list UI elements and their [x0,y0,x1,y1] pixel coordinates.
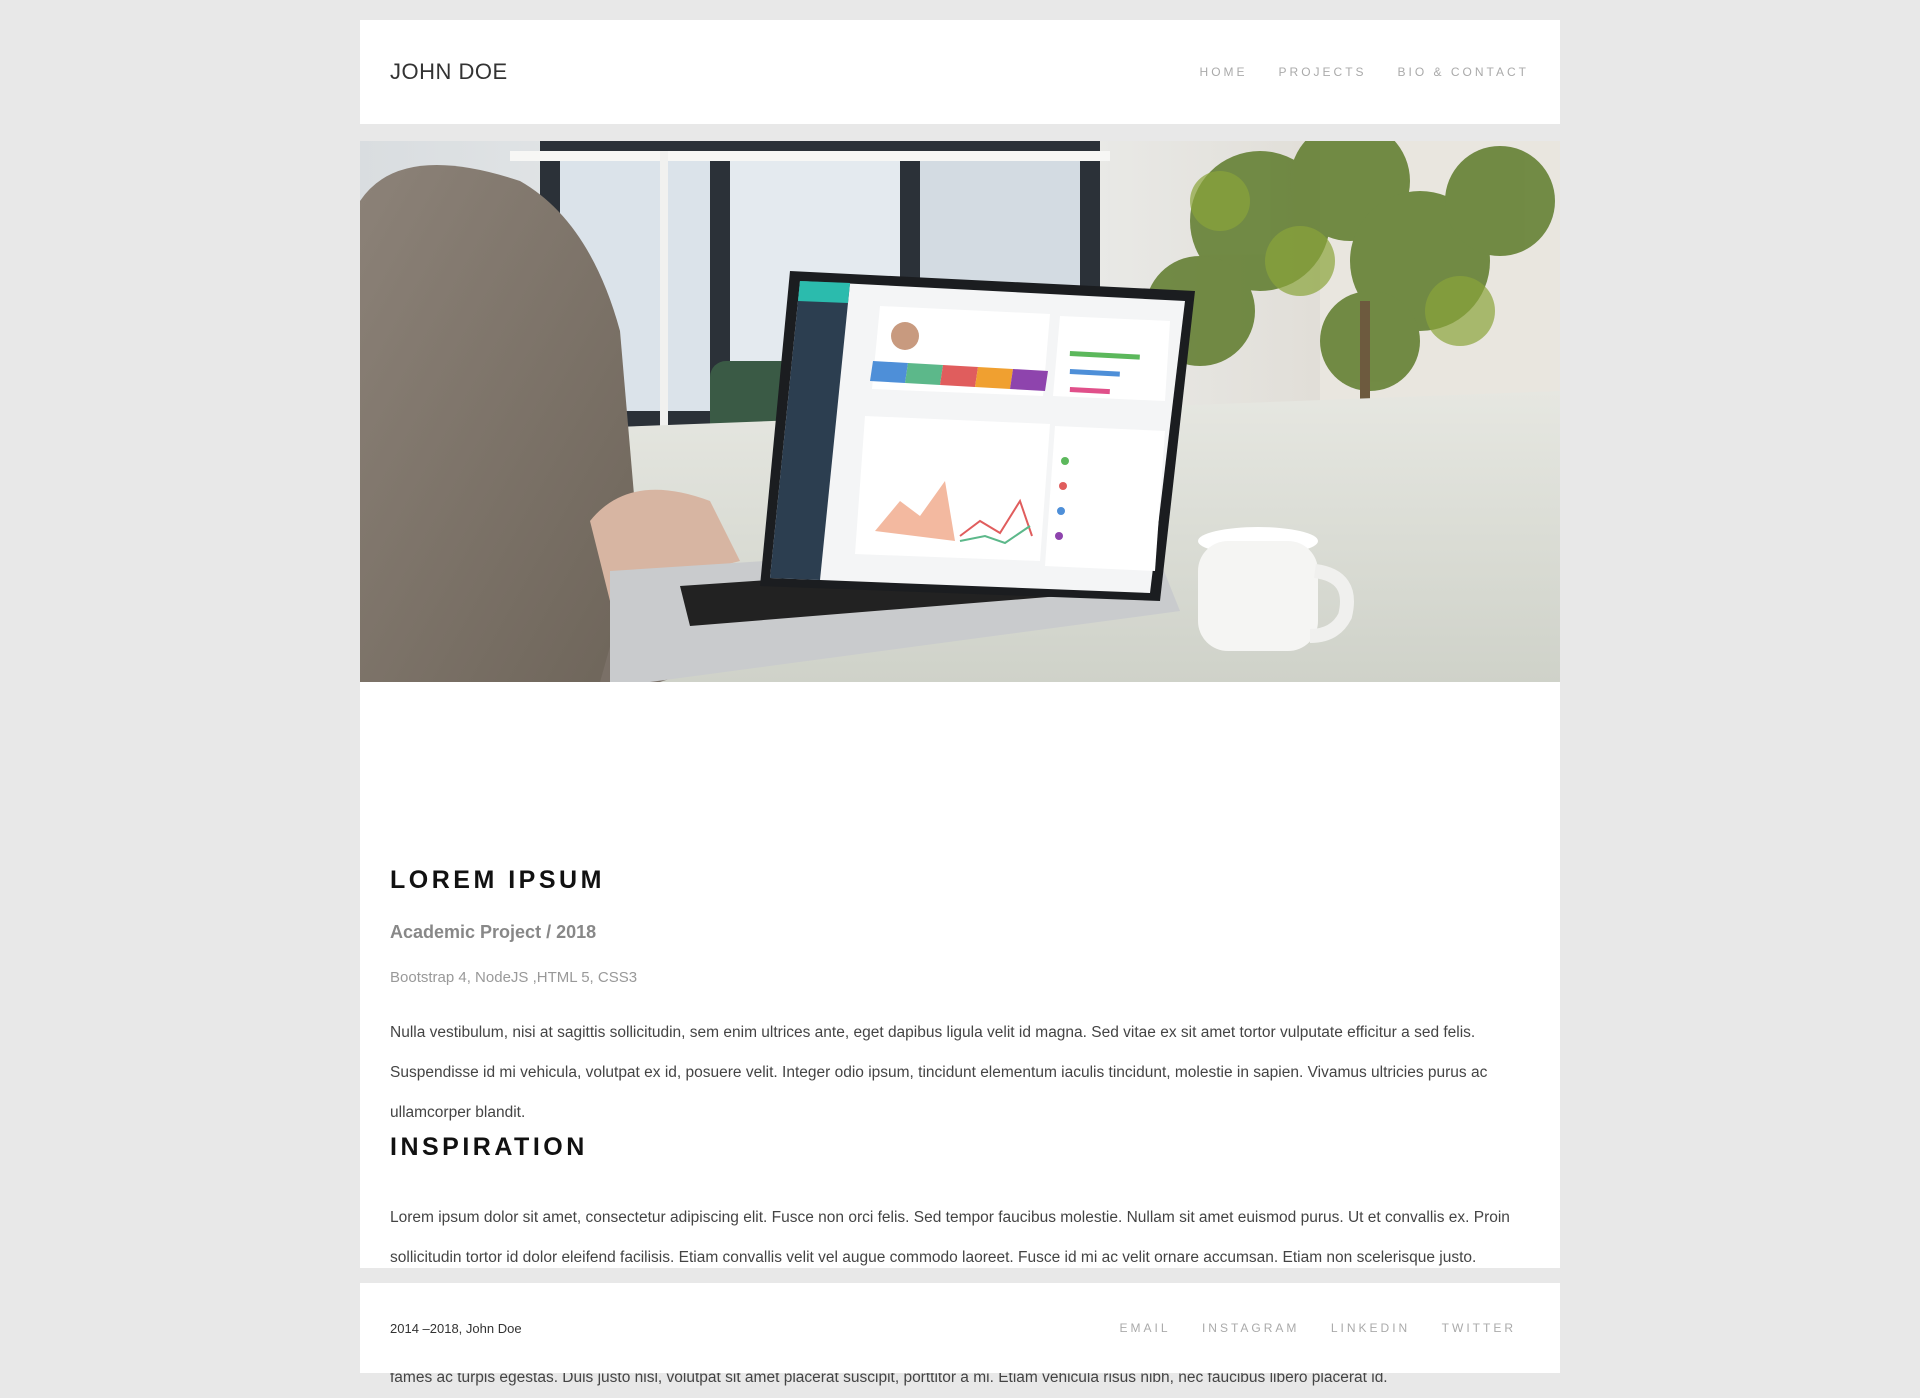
brand-logo[interactable]: JOHN DOE [390,59,508,85]
site-header: JOHN DOE HOME PROJECTS BIO & CONTACT [360,20,1560,124]
site-footer: 2014 –2018, John Doe EMAIL INSTAGRAM LIN… [360,1283,1560,1373]
hero-image [360,141,1560,682]
footer-link-linkedin[interactable]: LINKEDIN [1331,1321,1410,1335]
inspiration-title: INSPIRATION [390,1133,588,1161]
nav-projects[interactable]: PROJECTS [1279,65,1367,79]
footer-link-email[interactable]: EMAIL [1119,1321,1170,1335]
footer-link-instagram[interactable]: INSTAGRAM [1202,1321,1299,1335]
copyright: 2014 –2018, John Doe [390,1320,522,1336]
footer-link-twitter[interactable]: TWITTER [1442,1321,1516,1335]
nav-home[interactable]: HOME [1200,65,1248,79]
social-links: EMAIL INSTAGRAM LINKEDIN TWITTER [1092,1319,1516,1337]
project-card: LOREM IPSUM Academic Project / 2018 Boot… [360,141,1560,1386]
project-tech-stack: Bootstrap 4, NodeJS ,HTML 5, CSS3 [390,969,638,986]
main-nav: HOME PROJECTS BIO & CONTACT [1169,65,1529,79]
project-subtitle: Academic Project / 2018 [390,922,597,942]
project-description: Nulla vestibulum, nisi at sagittis solli… [390,1023,1488,1121]
project-title: LOREM IPSUM [390,866,605,894]
nav-bio-contact[interactable]: BIO & CONTACT [1398,65,1529,79]
hero-illustration [360,141,1560,682]
